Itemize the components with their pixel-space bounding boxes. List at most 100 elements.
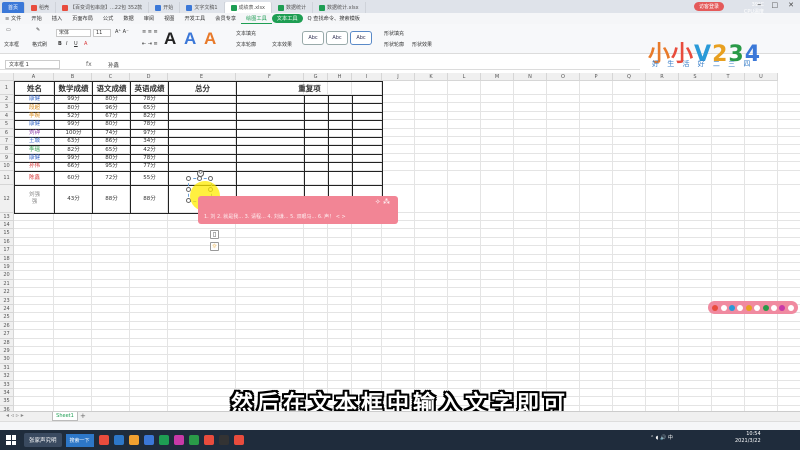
empty-cell[interactable] — [304, 153, 329, 164]
bulb-icon[interactable]: ☼ — [210, 242, 219, 251]
window-tab[interactable]: 数据统计 — [272, 2, 314, 13]
column-header[interactable]: E — [168, 73, 236, 81]
taskbar-app-icon[interactable] — [218, 435, 229, 445]
score-cell[interactable]: 34分 — [130, 136, 169, 147]
column-header[interactable]: K — [415, 73, 448, 81]
bold-icon[interactable]: B — [58, 41, 62, 47]
empty-cell[interactable] — [168, 94, 237, 105]
empty-cell[interactable] — [328, 94, 353, 105]
column-header[interactable]: B — [54, 73, 92, 81]
empty-cell[interactable] — [236, 170, 305, 186]
score-cell[interactable]: 99分 — [54, 120, 93, 130]
column-title[interactable]: 英语成绩 — [130, 81, 169, 96]
input-method-bar[interactable]: ✧ ⁂ 1. 刘 2. 就是我... 3. 请程... 4. 刘谦... 5. … — [198, 196, 398, 224]
empty-cell[interactable] — [352, 128, 383, 138]
empty-cell[interactable] — [168, 128, 237, 138]
column-header[interactable]: F — [236, 73, 304, 81]
name-cell[interactable]: 康健 — [14, 120, 55, 130]
taskbar-app-icon[interactable] — [203, 435, 214, 445]
taskbar-app-icon[interactable] — [143, 435, 154, 445]
row-header[interactable]: 2 — [0, 95, 14, 104]
taskbar-search[interactable]: 搜索一下 — [65, 433, 94, 447]
window-tab[interactable]: 开始 — [149, 2, 181, 13]
row-header[interactable]: 18 — [0, 254, 14, 263]
menu-item[interactable]: 会员专享 — [210, 13, 241, 24]
column-title[interactable]: 总分 — [168, 81, 237, 96]
column-header[interactable]: A — [14, 73, 54, 81]
taskbar-user[interactable]: 张家声究明 — [24, 433, 62, 447]
score-cell[interactable]: 43分 — [54, 184, 93, 214]
row-header[interactable]: 20 — [0, 271, 14, 280]
formula-input[interactable]: 孙鑫 — [108, 61, 119, 69]
font-size-select[interactable]: 11 — [93, 29, 111, 37]
layout-icon[interactable]: ▯ — [210, 230, 219, 239]
empty-cell[interactable] — [236, 103, 305, 113]
login-button[interactable]: 访客登录 — [694, 2, 725, 11]
window-tab[interactable]: 成绩表.xlsx — [224, 2, 273, 13]
ime-tool-icon[interactable] — [720, 304, 727, 311]
name-box[interactable]: 文本框 1 — [5, 60, 60, 69]
score-cell[interactable]: 67分 — [92, 111, 131, 122]
window-tab[interactable]: 【百变词包串烧】...22包 352款 — [56, 2, 150, 13]
empty-cell[interactable] — [304, 120, 329, 130]
score-cell[interactable]: 95分 — [92, 162, 131, 172]
empty-cell[interactable] — [236, 94, 305, 105]
name-cell[interactable]: 李婉 — [14, 111, 55, 122]
ime-tool-icon[interactable] — [712, 304, 719, 311]
score-cell[interactable]: 66分 — [54, 162, 93, 172]
maximize-icon[interactable]: □ — [772, 1, 779, 9]
empty-cell[interactable] — [236, 153, 305, 164]
name-cell[interactable]: 康健 — [14, 153, 55, 164]
row-header[interactable]: 19 — [0, 263, 14, 272]
empty-cell[interactable] — [236, 111, 305, 122]
ime-tool-icon[interactable] — [745, 304, 752, 311]
row-header[interactable]: 15 — [0, 229, 14, 238]
column-title[interactable]: 语文成绩 — [92, 81, 131, 96]
empty-cell[interactable] — [304, 145, 329, 155]
empty-cell[interactable] — [328, 162, 353, 172]
name-cell[interactable]: 段超 — [14, 103, 55, 113]
menu-item[interactable]: 开始 — [26, 13, 46, 24]
column-title[interactable]: 数学成绩 — [54, 81, 93, 96]
file-menu[interactable]: ≡ 文件 — [0, 13, 26, 24]
input-candidates[interactable]: 1. 刘 2. 就是我... 3. 请程... 4. 刘谦... 5. 双眼马.… — [204, 213, 346, 220]
score-cell[interactable]: 99分 — [54, 153, 93, 164]
shape-effect-button[interactable]: 形状效果 — [412, 41, 432, 48]
name-cell[interactable]: 王城 — [14, 136, 55, 147]
taskbar-app-icon[interactable] — [233, 435, 244, 445]
row-header[interactable]: 17 — [0, 246, 14, 255]
row-header[interactable]: 11 — [0, 170, 14, 185]
empty-cell[interactable] — [168, 153, 237, 164]
row-header[interactable]: 16 — [0, 237, 14, 247]
ime-tool-icon[interactable] — [787, 304, 794, 311]
row-header[interactable]: 23 — [0, 296, 14, 305]
column-title[interactable]: 姓名 — [14, 81, 55, 96]
empty-cell[interactable] — [328, 153, 353, 164]
score-cell[interactable]: 82分 — [54, 145, 93, 155]
empty-cell[interactable] — [328, 145, 353, 155]
column-header[interactable]: G — [304, 73, 328, 81]
score-cell[interactable]: 63分 — [54, 136, 93, 147]
taskbar-app-icon[interactable] — [98, 435, 109, 445]
close-icon[interactable]: ✕ — [788, 1, 794, 9]
empty-cell[interactable] — [328, 111, 353, 122]
row-header[interactable]: 5 — [0, 120, 14, 129]
font-name-select[interactable]: 宋体 — [56, 29, 91, 37]
score-cell[interactable]: 78分 — [130, 153, 169, 164]
column-header[interactable]: R — [646, 73, 679, 81]
empty-cell[interactable] — [328, 120, 353, 130]
menu-item[interactable]: 数据 — [118, 13, 138, 24]
menu-item[interactable]: 文本工具 — [271, 14, 303, 23]
column-header[interactable]: M — [481, 73, 514, 81]
empty-cell[interactable] — [328, 128, 353, 138]
command-search[interactable]: Q 查找命令、搜索模板 — [303, 13, 365, 24]
empty-cell[interactable] — [352, 145, 383, 155]
menu-item[interactable]: 绘图工具 — [241, 13, 272, 24]
name-cell[interactable]: 李瑶 — [14, 145, 55, 155]
format-brush-button[interactable]: 格式刷 — [32, 41, 47, 48]
empty-cell[interactable] — [304, 111, 329, 122]
empty-cell[interactable] — [236, 136, 305, 147]
empty-cell[interactable] — [168, 120, 237, 130]
empty-cell[interactable] — [168, 111, 237, 122]
row-header[interactable]: 9 — [0, 153, 14, 163]
